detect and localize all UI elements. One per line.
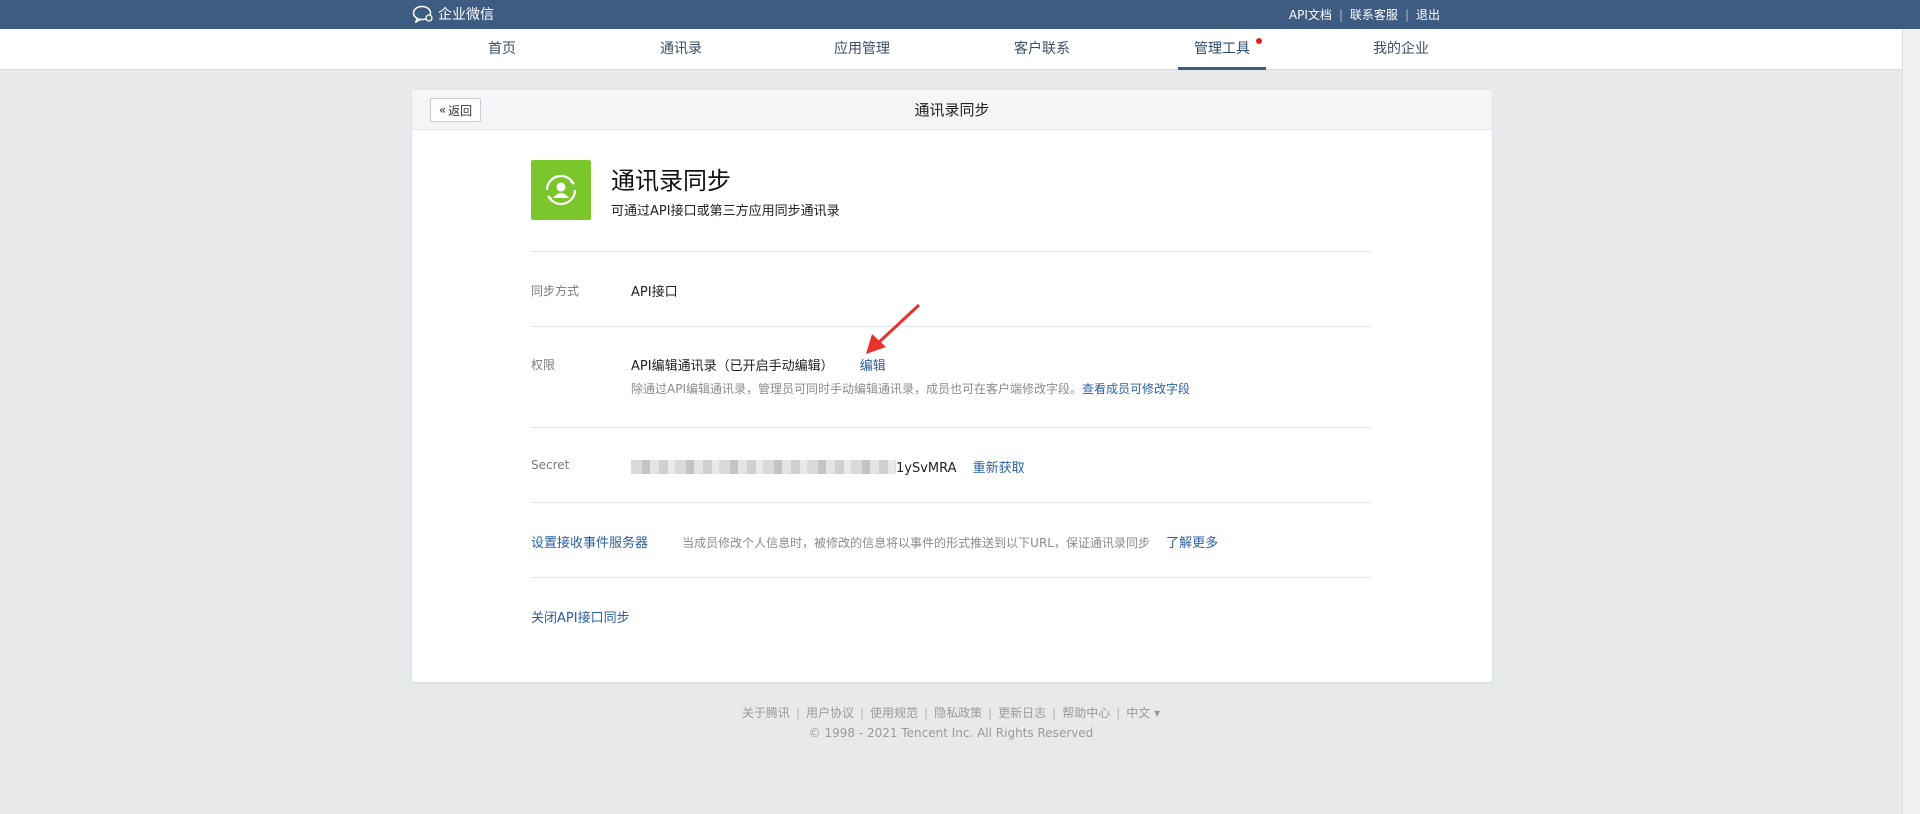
divider bbox=[531, 577, 1371, 578]
vertical-scrollbar[interactable] bbox=[1902, 29, 1920, 814]
divider: | bbox=[1052, 706, 1057, 720]
language-selector[interactable]: 中文 ▾ bbox=[1126, 706, 1160, 720]
red-arrow-annotation bbox=[866, 303, 921, 354]
contact-sync-app-icon bbox=[531, 160, 591, 220]
top-links: API文档 | 联系客服 | 退出 bbox=[1289, 0, 1440, 29]
divider: | bbox=[1116, 706, 1121, 720]
divider bbox=[531, 251, 1371, 252]
contact-sync-card: 通讯录同步 « 返回 通讯录同步 可通过API接口或第三方应用同步通讯录 同步方… bbox=[412, 90, 1492, 682]
secret-value: 1ySvMRA 重新获取 bbox=[631, 457, 1025, 476]
api-docs-link[interactable]: API文档 bbox=[1289, 6, 1332, 23]
logo-text: 企业微信 bbox=[438, 7, 494, 23]
divider: | bbox=[1404, 7, 1409, 22]
app-description: 可通过API接口或第三方应用同步通讯录 bbox=[611, 204, 840, 219]
secret-label: Secret bbox=[531, 458, 570, 472]
nav-management-tools[interactable]: 管理工具 bbox=[1178, 29, 1266, 70]
divider: | bbox=[988, 706, 993, 720]
footer-help-center[interactable]: 帮助中心 bbox=[1062, 706, 1110, 720]
permission-hint: 除通过API编辑通讯录，管理员可同时手动编辑通讯录，成员也可在客户端修改字段。查… bbox=[631, 380, 1190, 397]
divider: | bbox=[924, 706, 929, 720]
contact-support-link[interactable]: 联系客服 bbox=[1350, 6, 1398, 23]
learn-more-link[interactable]: 了解更多 bbox=[1166, 536, 1218, 551]
nav-app-management[interactable]: 应用管理 bbox=[830, 29, 894, 70]
nav-home[interactable]: 首页 bbox=[477, 29, 527, 70]
set-event-server-link[interactable]: 设置接收事件服务器 bbox=[531, 536, 648, 551]
edit-permission-link[interactable]: 编辑 bbox=[860, 359, 886, 374]
permission-value: API编辑通讯录（已开启手动编辑） 编辑 bbox=[631, 355, 886, 374]
divider: | bbox=[795, 706, 800, 720]
permission-label: 权限 bbox=[531, 358, 556, 372]
wecom-logo[interactable]: 企业微信 bbox=[412, 4, 494, 24]
nav-customer-contact[interactable]: 客户联系 bbox=[1010, 29, 1074, 70]
main-nav: 首页 通讯录 应用管理 客户联系 管理工具 我的企业 bbox=[0, 29, 1902, 70]
divider bbox=[531, 427, 1371, 428]
active-tab-underline bbox=[1178, 67, 1266, 70]
secret-suffix: 1ySvMRA bbox=[896, 461, 957, 476]
masked-secret bbox=[631, 460, 896, 474]
back-button-label: 返回 bbox=[448, 103, 473, 118]
top-bar: 企业微信 API文档 | 联系客服 | 退出 bbox=[0, 0, 1920, 29]
copyright: © 1998 - 2021 Tencent Inc. All Rights Re… bbox=[808, 726, 1094, 740]
close-api-sync-link[interactable]: 关闭API接口同步 bbox=[531, 611, 630, 626]
nav-management-tools-label: 管理工具 bbox=[1194, 41, 1250, 57]
footer-changelog[interactable]: 更新日志 bbox=[998, 706, 1046, 720]
divider bbox=[531, 326, 1371, 327]
double-chevron-left-icon: « bbox=[438, 103, 447, 117]
footer-user-agreement[interactable]: 用户协议 bbox=[806, 706, 854, 720]
permission-text: API编辑通讯录（已开启手动编辑） bbox=[631, 359, 834, 374]
footer-links: 关于腾讯 | 用户协议 | 使用规范 | 隐私政策 | 更新日志 | 帮助中心 | 中文 ▾ bbox=[0, 704, 1902, 721]
view-editable-fields-link[interactable]: 查看成员可修改字段 bbox=[1082, 382, 1190, 396]
divider: | bbox=[859, 706, 865, 720]
nav-contacts-label: 通讯录 bbox=[660, 41, 702, 57]
sync-method-label: 同步方式 bbox=[531, 284, 580, 298]
nav-home-label: 首页 bbox=[488, 41, 516, 57]
page-title: 通讯录同步 bbox=[914, 101, 990, 119]
close-api-sync-row: 关闭API接口同步 bbox=[531, 607, 630, 626]
app-name: 通讯录同步 bbox=[611, 167, 731, 195]
divider bbox=[531, 502, 1371, 503]
event-description: 当成员修改个人信息时，被修改的信息将以事件的形式推送到以下URL，保证通讯录同步 bbox=[682, 536, 1150, 550]
notification-dot bbox=[1256, 38, 1262, 44]
nav-my-enterprise[interactable]: 我的企业 bbox=[1369, 29, 1433, 70]
chat-bubble-icon bbox=[412, 5, 433, 23]
event-row: 设置接收事件服务器 当成员修改个人信息时，被修改的信息将以事件的形式推送到以下U… bbox=[531, 532, 1218, 551]
back-button[interactable]: « 返回 bbox=[430, 98, 481, 122]
nav-contacts[interactable]: 通讯录 bbox=[655, 29, 707, 70]
divider: | bbox=[1338, 7, 1343, 22]
user-sync-icon bbox=[545, 174, 577, 206]
nav-customer-contact-label: 客户联系 bbox=[1014, 41, 1070, 57]
card-header: 通讯录同步 « 返回 bbox=[412, 90, 1492, 130]
footer-about-tencent[interactable]: 关于腾讯 bbox=[742, 706, 790, 720]
footer-usage-rules[interactable]: 使用规范 bbox=[870, 706, 918, 720]
permission-hint-text: 除通过API编辑通讯录，管理员可同时手动编辑通讯录，成员也可在客户端修改字段。 bbox=[631, 382, 1082, 396]
sync-method-value: API接口 bbox=[631, 285, 678, 300]
footer-privacy-policy[interactable]: 隐私政策 bbox=[934, 706, 982, 720]
nav-app-management-label: 应用管理 bbox=[834, 41, 890, 57]
nav-my-enterprise-label: 我的企业 bbox=[1373, 41, 1429, 57]
regenerate-secret-link[interactable]: 重新获取 bbox=[973, 461, 1025, 476]
logout-link[interactable]: 退出 bbox=[1416, 6, 1440, 23]
